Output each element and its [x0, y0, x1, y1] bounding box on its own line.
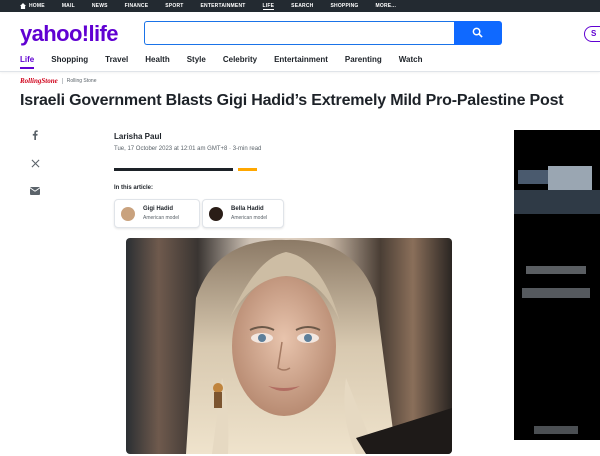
- avatar: [121, 207, 135, 221]
- topnav-more[interactable]: MORE...: [376, 3, 397, 9]
- rolling-stone-logo[interactable]: RollingStone: [20, 77, 58, 85]
- avatar: [209, 207, 223, 221]
- article-meta: Tue, 17 October 2023 at 12:01 am GMT+8 ·…: [114, 146, 261, 152]
- person-role: American model: [143, 215, 180, 221]
- ad-pixel-block: [514, 190, 600, 214]
- ad-pixel-block: [534, 426, 578, 434]
- topnav-life[interactable]: LIFE: [262, 3, 275, 10]
- search-button[interactable]: [454, 21, 502, 45]
- x-icon: [31, 159, 39, 167]
- share-x-button[interactable]: [28, 156, 42, 170]
- person-name: Gigi Hadid: [143, 206, 173, 212]
- person-role: American model: [231, 215, 268, 221]
- in-this-article-label: In this article:: [114, 185, 154, 191]
- mail-icon: [30, 187, 40, 195]
- topnav-mail[interactable]: MAIL: [62, 3, 75, 9]
- person-name: Bella Hadid: [231, 206, 264, 212]
- ad-pixel-block: [522, 288, 590, 298]
- article-title: Israeli Government Blasts Gigi Hadid’s E…: [20, 92, 564, 109]
- site-header: yahoo!life S Life Shopping Travel Health…: [0, 12, 600, 72]
- subnav-parenting[interactable]: Parenting: [345, 55, 382, 69]
- subnav-life[interactable]: Life: [20, 55, 35, 69]
- article-hero-image[interactable]: [126, 238, 452, 454]
- article-source: RollingStone Rolling Stone: [20, 77, 96, 85]
- divider: [61, 78, 63, 84]
- ad-pixel-block: [526, 266, 586, 274]
- top-navigation-bar: HOME MAIL NEWS FINANCE SPORT ENTERTAINME…: [0, 0, 600, 12]
- ad-pixel-block: [518, 170, 548, 184]
- subnav-watch[interactable]: Watch: [399, 55, 423, 69]
- share-mail-button[interactable]: [28, 184, 42, 198]
- progress-accent: [238, 168, 257, 171]
- topnav-search[interactable]: SEARCH: [291, 3, 313, 9]
- subnav-travel[interactable]: Travel: [105, 55, 128, 69]
- person-card-bella-hadid[interactable]: Bella Hadid American model: [202, 199, 284, 228]
- ad-pixel-block: [548, 166, 592, 190]
- audio-progress-bar: [114, 168, 233, 171]
- yahoo-life-logo[interactable]: yahoo!life: [20, 21, 119, 47]
- topnav-news[interactable]: NEWS: [92, 3, 108, 9]
- advertisement-panel[interactable]: [514, 130, 600, 440]
- share-facebook-button[interactable]: [28, 128, 42, 142]
- search-input[interactable]: [144, 21, 454, 45]
- subnav-shopping[interactable]: Shopping: [51, 55, 88, 69]
- topnav-finance[interactable]: FINANCE: [125, 3, 149, 9]
- topnav-shopping[interactable]: SHOPPING: [331, 3, 359, 9]
- subnav-style[interactable]: Style: [187, 55, 206, 69]
- topnav-home[interactable]: HOME: [20, 3, 45, 9]
- sign-in-button[interactable]: S: [584, 26, 600, 42]
- publish-date: Tue, 17 October 2023 at 12:01 am GMT+8: [114, 146, 228, 152]
- home-icon: [20, 3, 26, 9]
- subnav-celebrity[interactable]: Celebrity: [223, 55, 257, 69]
- topnav-sport[interactable]: SPORT: [165, 3, 183, 9]
- portrait-illustration: [186, 239, 452, 454]
- read-time: 3-min read: [232, 146, 262, 152]
- source-name: Rolling Stone: [66, 78, 97, 84]
- topnav-entertainment[interactable]: ENTERTAINMENT: [201, 3, 246, 9]
- subnav-health[interactable]: Health: [145, 55, 169, 69]
- section-navigation: Life Shopping Travel Health Style Celebr…: [20, 55, 439, 71]
- search-icon: [472, 27, 483, 38]
- facebook-icon: [32, 130, 38, 140]
- person-card-gigi-hadid[interactable]: Gigi Hadid American model: [114, 199, 200, 228]
- author-name[interactable]: Larisha Paul: [114, 132, 162, 141]
- subnav-entertainment[interactable]: Entertainment: [274, 55, 328, 69]
